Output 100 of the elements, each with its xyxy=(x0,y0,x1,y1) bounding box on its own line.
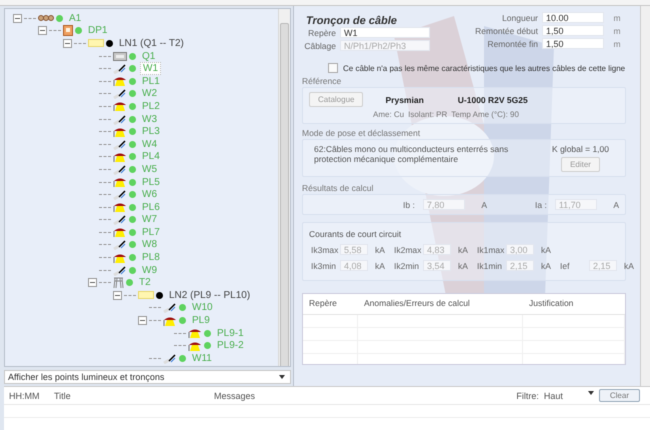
filter-label: Filtre: xyxy=(516,390,539,400)
column-header: Messages xyxy=(213,390,256,400)
cable-icon xyxy=(113,88,127,100)
lamp-icon xyxy=(113,201,127,214)
collapse-toggle[interactable] xyxy=(63,38,72,48)
field-label: Ik1max xyxy=(477,244,503,254)
lamp-icon xyxy=(113,176,127,188)
group-title: Courants de court circuit xyxy=(309,229,402,239)
unit-label: m xyxy=(613,38,621,48)
panel-icon xyxy=(63,25,73,36)
tree-item[interactable]: PL4 xyxy=(140,151,162,162)
scrollbar[interactable] xyxy=(278,9,290,366)
tree-item[interactable]: PL1 xyxy=(140,76,162,87)
manufacturer-name: Prysmian xyxy=(385,94,424,104)
caret-icon xyxy=(279,375,285,379)
field-label: Ik2max xyxy=(394,244,420,254)
group-title: Résultats de calcul xyxy=(302,183,374,193)
cable-icon xyxy=(113,239,127,250)
input-field[interactable]: 1,50 xyxy=(542,38,604,49)
tree-item[interactable]: PL7 xyxy=(140,226,162,238)
collapse-toggle[interactable] xyxy=(38,26,47,36)
lamp-icon xyxy=(113,226,127,238)
cable-icon xyxy=(113,63,127,74)
cable-icon xyxy=(163,352,177,364)
tree-item[interactable]: LN1 (Q1 -- T2) xyxy=(117,38,186,49)
input-field[interactable]: 10.00 xyxy=(542,12,604,23)
tree-item[interactable]: W9 xyxy=(140,264,159,276)
scrollbar[interactable] xyxy=(640,6,650,386)
field-label: Ief xyxy=(560,260,570,270)
pylon-icon xyxy=(113,276,124,289)
tree-item[interactable]: W3 xyxy=(140,114,159,125)
tree-item[interactable]: LN2 (PL9 -- PL10) xyxy=(167,290,252,301)
tree-item[interactable]: PL3 xyxy=(140,126,162,138)
input-field[interactable]: 1,50 xyxy=(542,25,604,36)
fuse-group-icon xyxy=(38,13,54,24)
tree-item[interactable]: PL9-1 xyxy=(215,328,246,339)
field-label: Remontée fin xyxy=(487,38,538,48)
field-label: Ia : xyxy=(535,200,547,210)
lamp-icon xyxy=(113,150,127,163)
breaker-icon xyxy=(113,52,127,61)
field-label: Repère xyxy=(308,28,336,38)
unit-label: kA xyxy=(540,260,552,270)
lamp-icon xyxy=(113,252,127,264)
lamp-icon xyxy=(188,340,202,352)
tree-item[interactable]: W8 xyxy=(140,239,159,250)
unit-label: A xyxy=(481,200,487,210)
tree-item[interactable]: W4 xyxy=(140,138,159,150)
tree-item[interactable]: PL9-2 xyxy=(215,340,246,352)
clear-button[interactable]: Clear xyxy=(598,389,640,402)
cable-icon xyxy=(113,189,127,200)
collapse-toggle[interactable] xyxy=(113,290,122,300)
lamp-icon xyxy=(113,100,127,112)
lamp-icon xyxy=(113,75,127,88)
spec-text: Ame: Cu xyxy=(373,110,404,119)
collapse-toggle[interactable] xyxy=(88,278,97,288)
tree-item[interactable]: W2 xyxy=(140,88,159,100)
tree-item[interactable]: T2 xyxy=(137,277,153,288)
tree-item[interactable]: Q1 xyxy=(140,50,158,62)
cable-icon xyxy=(113,264,127,276)
unit-label: kA xyxy=(457,260,469,270)
view-dropdown[interactable]: Afficher les points lumineux et tronçons xyxy=(4,370,291,384)
collapse-toggle[interactable] xyxy=(138,316,147,326)
checkbox[interactable] xyxy=(328,63,338,73)
tree-item[interactable]: A1 xyxy=(67,12,84,24)
catalogue-button[interactable]: Catalogue xyxy=(309,92,364,107)
cable-icon xyxy=(113,138,127,150)
edit-button[interactable]: Editer xyxy=(561,157,600,172)
unit-label: kA xyxy=(457,244,469,254)
unit-label: m xyxy=(613,12,621,22)
tree-item[interactable]: PL5 xyxy=(140,176,162,188)
input-field[interactable]: W1 xyxy=(340,27,430,38)
tree-item[interactable]: PL8 xyxy=(140,252,162,264)
tree-item[interactable]: W5 xyxy=(140,164,159,175)
tree-item[interactable]: DP1 xyxy=(86,25,110,36)
field-label: Longueur xyxy=(502,12,538,22)
tree-item[interactable]: W7 xyxy=(140,214,159,226)
tree-item[interactable]: W6 xyxy=(140,189,159,200)
field-label: Câblage xyxy=(304,40,336,50)
k-global-text: K global = 1,00 xyxy=(552,144,609,154)
tree-item[interactable]: W1 xyxy=(140,62,161,76)
field-label: Ik2min xyxy=(394,260,420,270)
column-header: Title xyxy=(53,390,72,400)
collapse-toggle[interactable] xyxy=(13,14,22,23)
field-label: Remontée début xyxy=(475,26,538,36)
tree-item[interactable]: PL9 xyxy=(190,315,212,326)
caret-icon xyxy=(588,390,594,394)
tree-item[interactable]: W10 xyxy=(190,302,215,314)
lamp-icon xyxy=(113,126,127,138)
group-title: Référence xyxy=(302,76,342,86)
unit-label: A xyxy=(613,200,619,210)
cable-icon xyxy=(113,214,127,226)
group-title: Mode de pose et déclassement xyxy=(302,128,422,138)
tree-item[interactable]: PL2 xyxy=(140,100,162,112)
cable-icon xyxy=(113,114,127,125)
checkbox-label: Ce câble n'a pas les même caractéristiques que les autres câbles de cette ligne xyxy=(343,64,626,72)
unit-label: kA xyxy=(374,244,386,254)
filter-dropdown[interactable]: Haut xyxy=(544,390,594,400)
tree-item[interactable]: PL6 xyxy=(140,202,162,213)
column-header: Repère xyxy=(303,294,358,315)
tree-item[interactable]: W11 xyxy=(190,352,214,364)
